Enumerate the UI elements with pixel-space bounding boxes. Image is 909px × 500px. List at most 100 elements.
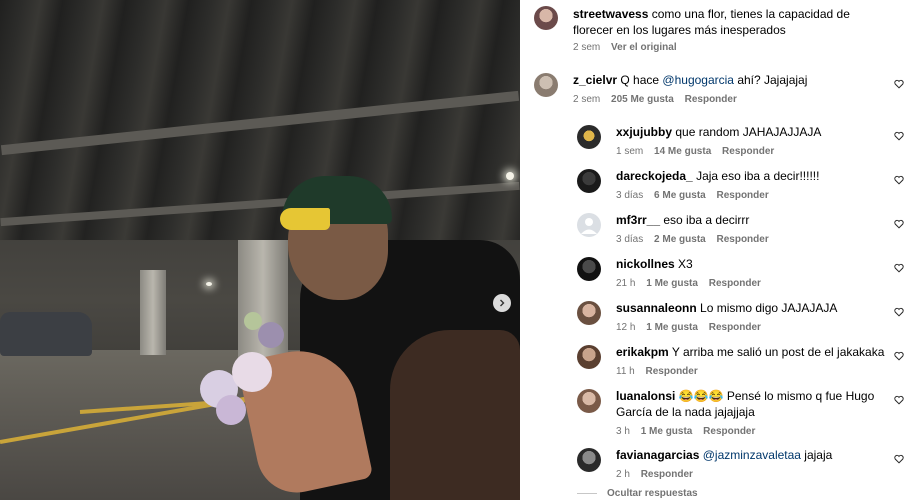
comment-time[interactable]: 21 h [616, 278, 635, 289]
comment-time[interactable]: 11 h [616, 366, 635, 377]
comment-meta: 3 días 6 Me gusta Responder [616, 190, 777, 202]
ceiling-light [506, 172, 514, 180]
person-arm [390, 330, 520, 500]
avatar[interactable] [577, 125, 601, 149]
comment-meta: 21 h 1 Me gusta Responder [616, 278, 769, 290]
reply-button[interactable]: Responder [717, 234, 769, 245]
reply-button[interactable]: Responder [722, 146, 774, 157]
like-heart-icon[interactable] [894, 131, 904, 141]
comment-body: que random JAHAJAJJAJA [675, 125, 822, 139]
comment-body: X3 [678, 257, 693, 271]
likes-count[interactable]: 205 Me gusta [611, 94, 674, 105]
comment-body: Q hace [620, 73, 663, 87]
divider-line [577, 492, 597, 494]
flower [258, 322, 284, 348]
next-image-button[interactable] [493, 294, 511, 312]
comment-body: jajaja [800, 448, 833, 462]
reply-text: luanalonsi 😂😂😂 Pensé lo mismo q fue Hugo… [616, 388, 876, 420]
comment-time[interactable]: 3 h [616, 426, 630, 437]
comment-username[interactable]: xxjujubby [616, 125, 672, 139]
like-heart-icon[interactable] [894, 395, 904, 405]
avatar[interactable] [534, 73, 558, 97]
comment-username[interactable]: erikakpm [616, 345, 669, 359]
comment-time[interactable]: 1 sem [616, 146, 643, 157]
caption-username[interactable]: streetwavess [573, 7, 648, 21]
mention-link[interactable]: @hugogarcia [662, 73, 734, 87]
reply-button[interactable]: Responder [709, 322, 761, 333]
likes-count[interactable]: 2 Me gusta [654, 234, 706, 245]
comment-username[interactable]: favianagarcias [616, 448, 699, 462]
caption-time[interactable]: 2 sem [573, 42, 600, 53]
avatar[interactable] [577, 301, 601, 325]
reply-button[interactable]: Responder [685, 94, 737, 105]
comment-time[interactable]: 12 h [616, 322, 635, 333]
likes-count[interactable]: 1 Me gusta [641, 426, 693, 437]
parked-car [0, 312, 92, 356]
comment-time[interactable]: 2 h [616, 469, 630, 480]
comment-username[interactable]: z_cielvr [573, 73, 617, 87]
caption-text: streetwavess como una flor, tienes la ca… [573, 6, 893, 38]
hide-replies-label: Ocultar respuestas [607, 488, 698, 499]
avatar[interactable] [534, 6, 558, 30]
comment-meta: 2 sem 205 Me gusta Responder [573, 94, 745, 106]
like-heart-icon[interactable] [894, 351, 904, 361]
like-heart-icon[interactable] [894, 79, 904, 89]
likes-count[interactable]: 1 Me gusta [646, 322, 698, 333]
mention-link[interactable]: @jazminzavaletaa [703, 448, 801, 462]
comment-time[interactable]: 3 días [616, 190, 643, 201]
comment-username[interactable]: nickollnes [616, 257, 675, 271]
comment-meta: 3 días 2 Me gusta Responder [616, 234, 777, 246]
reply-text: nickollnes X3 [616, 256, 876, 272]
likes-count[interactable]: 6 Me gusta [654, 190, 706, 201]
comment-meta: 11 h Responder [616, 366, 706, 378]
pillar [238, 240, 288, 370]
comment-meta: 12 h 1 Me gusta Responder [616, 322, 769, 334]
reply-text: erikakpm Y arriba me salió un post de el… [616, 344, 886, 360]
comment-username[interactable]: susannaleonn [616, 301, 697, 315]
comment-body: Y arriba me salió un post de el jakakaka [671, 345, 885, 359]
avatar[interactable] [577, 448, 601, 472]
comment-body: ahí? Jajajajaj [733, 73, 808, 87]
avatar[interactable] [577, 345, 601, 369]
caption-meta: 2 sem Ver el original [573, 42, 685, 54]
reply-button[interactable]: Responder [717, 190, 769, 201]
comment-body: eso iba a decirrr [663, 213, 750, 227]
default-user-icon [581, 218, 597, 234]
flower [244, 312, 262, 330]
comment-username[interactable]: luanalonsi [616, 389, 675, 403]
comment-username[interactable]: dareckojeda_ [616, 169, 693, 183]
avatar[interactable] [577, 169, 601, 193]
comment-time[interactable]: 2 sem [573, 94, 600, 105]
comment-meta: 2 h Responder [616, 469, 701, 481]
comment-body: Lo mismo digo JAJAJAJA [700, 301, 838, 315]
flower [216, 395, 246, 425]
like-heart-icon[interactable] [894, 454, 904, 464]
like-heart-icon[interactable] [894, 307, 904, 317]
avatar[interactable] [577, 257, 601, 281]
reply-button[interactable]: Responder [646, 366, 698, 377]
likes-count[interactable]: 1 Me gusta [646, 278, 698, 289]
avatar[interactable] [577, 389, 601, 413]
reply-text: xxjujubby que random JAHAJAJJAJA [616, 124, 876, 140]
chevron-right-icon [500, 299, 505, 307]
pillar [140, 270, 166, 355]
comment-time[interactable]: 3 días [616, 234, 643, 245]
reply-text: susannaleonn Lo mismo digo JAJAJAJA [616, 300, 876, 316]
see-original-link[interactable]: Ver el original [611, 42, 677, 53]
like-heart-icon[interactable] [894, 263, 904, 273]
comment-meta: 3 h 1 Me gusta Responder [616, 426, 763, 438]
reply-button[interactable]: Responder [703, 426, 755, 437]
avatar[interactable] [577, 213, 601, 237]
like-heart-icon[interactable] [894, 175, 904, 185]
reply-text: favianagarcias @jazminzavaletaa jajaja [616, 447, 876, 463]
comment-text: z_cielvr Q hace @hugogarcia ahí? Jajajaj… [573, 72, 873, 88]
reply-text: dareckojeda_ Jaja eso iba a decir!!!!!! [616, 168, 876, 184]
cap-brim [280, 208, 330, 230]
comment-username[interactable]: mf3rr__ [616, 213, 660, 227]
like-heart-icon[interactable] [894, 219, 904, 229]
reply-button[interactable]: Responder [709, 278, 761, 289]
likes-count[interactable]: 14 Me gusta [654, 146, 711, 157]
hide-replies-button[interactable]: Ocultar respuestas [577, 488, 698, 499]
comment-meta: 1 sem 14 Me gusta Responder [616, 146, 782, 158]
reply-button[interactable]: Responder [641, 469, 693, 480]
